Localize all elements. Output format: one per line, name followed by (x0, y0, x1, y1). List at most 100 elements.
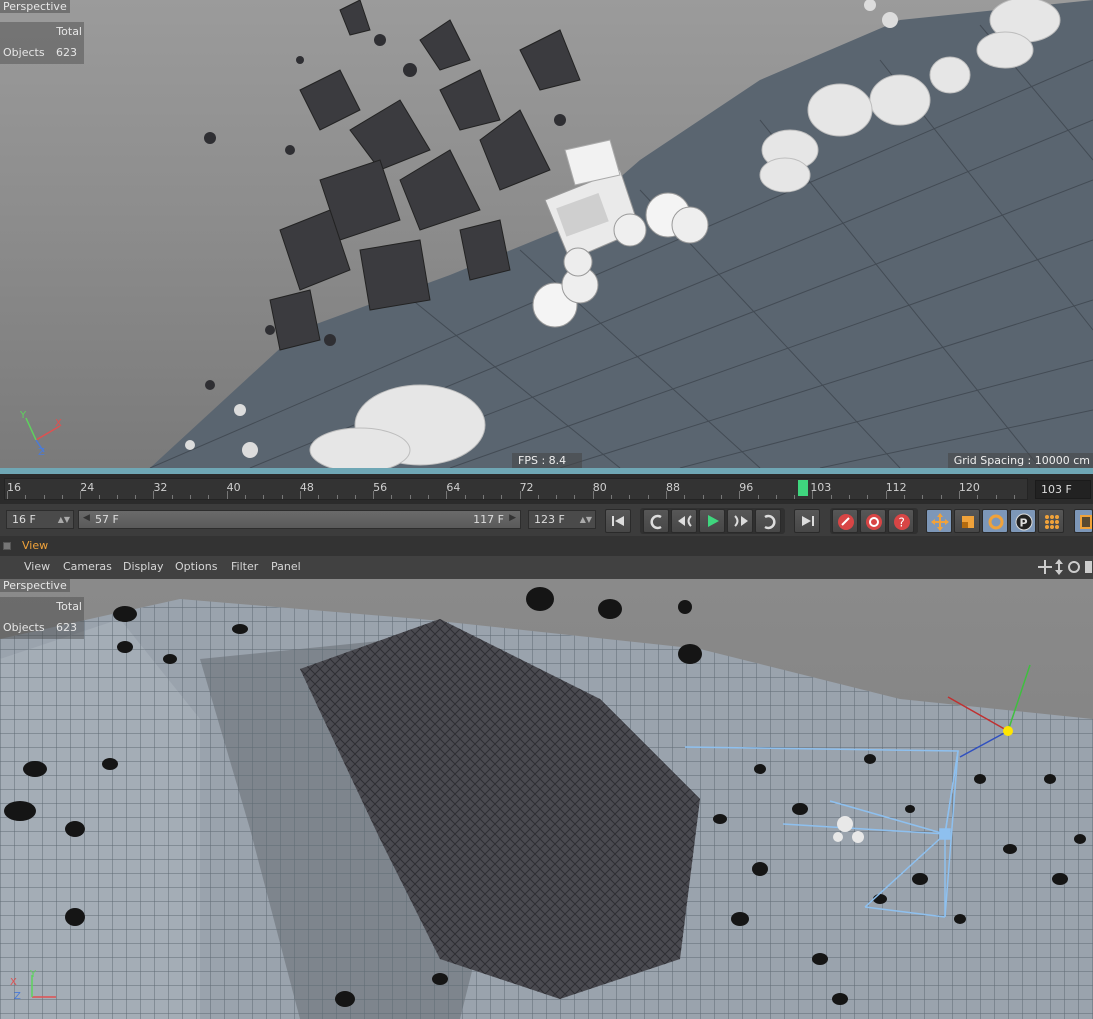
tick-mark (80, 491, 82, 499)
tick-mark (61, 495, 63, 499)
axis-z-label: Z (14, 991, 21, 1002)
tick-mark (757, 495, 759, 499)
start-frame-value: 16 F (12, 513, 36, 526)
tick-mark (556, 495, 558, 499)
menu-panel[interactable]: Panel (271, 560, 301, 573)
prev-key-icon (650, 514, 662, 530)
menu-cameras[interactable]: Cameras (63, 560, 112, 573)
timeline-window-button[interactable] (1074, 509, 1093, 533)
scale-key-button[interactable] (954, 509, 980, 533)
rotate-key-button[interactable] (982, 509, 1008, 533)
tick-label: 16 (7, 481, 21, 494)
view-panel-titlebar[interactable]: View (0, 536, 1093, 556)
tick-mark (922, 495, 924, 499)
tick-mark (7, 491, 8, 499)
tick-mark (482, 495, 484, 499)
view-menubar: View Cameras Display Options Filter Pane… (0, 556, 1093, 579)
tick-mark (940, 495, 942, 499)
tick-mark (171, 495, 173, 499)
tick-mark (446, 491, 448, 499)
zoom-view-icon[interactable] (1055, 559, 1063, 575)
start-frame-field[interactable]: 16 F ▲▼ (6, 510, 74, 529)
autokey-button[interactable] (860, 509, 886, 533)
transport-bar: 16 F ▲▼ ◀ 57 F 117 F ▶ 123 F ▲▼ ? P (0, 504, 1093, 536)
end-frame-value: 123 F (534, 513, 565, 526)
menu-filter[interactable]: Filter (231, 560, 258, 573)
hud-objects-label: Objects (3, 46, 45, 59)
tick-mark (190, 495, 192, 499)
playhead[interactable] (798, 480, 809, 496)
viewport-top[interactable]: Perspective Total Objects 623 X Y Z FPS … (0, 0, 1093, 468)
tick-mark (318, 495, 320, 499)
tick-mark (373, 491, 375, 499)
end-frame-field[interactable]: 123 F ▲▼ (528, 510, 596, 529)
maximize-view-icon[interactable] (1085, 561, 1092, 573)
step-forward-icon (734, 515, 748, 527)
tick-mark (885, 491, 887, 499)
pla-key-button[interactable] (1038, 509, 1064, 533)
param-key-icon: P (1015, 513, 1033, 531)
range-start-value: 57 F (95, 513, 119, 526)
spin-arrows-icon[interactable]: ▲▼ (58, 511, 70, 528)
hud-objects-count: 623 (56, 46, 77, 59)
help-key-button[interactable]: ? (888, 509, 914, 533)
autokey-icon (866, 514, 882, 530)
tick-mark (977, 495, 979, 499)
viewport-bottom-label[interactable]: Perspective (0, 579, 70, 592)
tick-mark (720, 495, 722, 499)
range-right-arrow-icon[interactable]: ▶ (509, 513, 516, 523)
viewport-bottom[interactable]: Perspective Total Objects 623 Y X Z (0, 579, 1093, 1019)
record-button[interactable] (832, 509, 858, 533)
tick-mark (519, 491, 521, 499)
help-key-icon: ? (894, 514, 910, 530)
viewport-top-label[interactable]: Perspective (0, 0, 70, 13)
tick-mark (263, 495, 265, 499)
spin-arrows-icon[interactable]: ▲▼ (580, 511, 592, 528)
range-end-value: 117 F (473, 513, 504, 526)
tick-mark (574, 495, 576, 499)
next-key-button[interactable] (755, 509, 781, 533)
tick-mark (135, 495, 137, 499)
tick-mark (611, 495, 613, 499)
goto-end-button[interactable] (794, 509, 820, 533)
timeline-ruler[interactable]: 16 24 32 40 48 56 64 72 80 88 96 103 112 120 (4, 478, 1028, 500)
play-button[interactable] (699, 509, 725, 533)
tick-mark (501, 495, 503, 499)
step-back-button[interactable] (671, 509, 697, 533)
tick-mark (647, 495, 649, 499)
tick-mark (995, 495, 997, 499)
tick-mark (299, 491, 301, 499)
tick-label: 120 (958, 481, 980, 494)
pla-key-icon (1045, 515, 1059, 529)
current-frame-field[interactable]: 103 F (1035, 480, 1091, 499)
preview-range-slider[interactable]: ◀ 57 F 117 F ▶ (78, 510, 521, 529)
fps-readout: FPS : 8.4 (512, 453, 582, 468)
step-forward-button[interactable] (727, 509, 753, 533)
menu-view[interactable]: View (24, 560, 50, 573)
tick-mark (666, 491, 668, 499)
menu-options[interactable]: Options (175, 560, 217, 573)
timeline[interactable]: 16 24 32 40 48 56 64 72 80 88 96 103 112 120 103 F (0, 474, 1093, 504)
tick-mark (464, 495, 466, 499)
move-view-icon[interactable] (1038, 560, 1052, 574)
axis-z-label: Z (38, 447, 45, 458)
tick-label: 56 (373, 481, 388, 494)
tick-mark (794, 495, 796, 499)
hud-objects-label: Objects (3, 621, 45, 634)
move-key-icon (931, 513, 949, 531)
svg-text:?: ? (899, 516, 905, 530)
move-key-button[interactable] (926, 509, 952, 533)
panel-grip-icon[interactable] (3, 542, 11, 550)
tick-mark (354, 495, 356, 499)
tick-mark (43, 495, 45, 499)
menu-display[interactable]: Display (123, 560, 164, 573)
goto-start-button[interactable] (605, 509, 631, 533)
tick-mark (391, 495, 393, 499)
param-key-button[interactable]: P (1010, 509, 1036, 533)
view-panel-title: View (22, 539, 49, 552)
rotate-view-icon[interactable] (1068, 561, 1080, 573)
range-left-arrow-icon[interactable]: ◀ (83, 513, 90, 523)
tick-mark (739, 491, 741, 499)
prev-key-button[interactable] (643, 509, 669, 533)
viewport-bottom-hud: Total Objects 623 (0, 597, 84, 639)
